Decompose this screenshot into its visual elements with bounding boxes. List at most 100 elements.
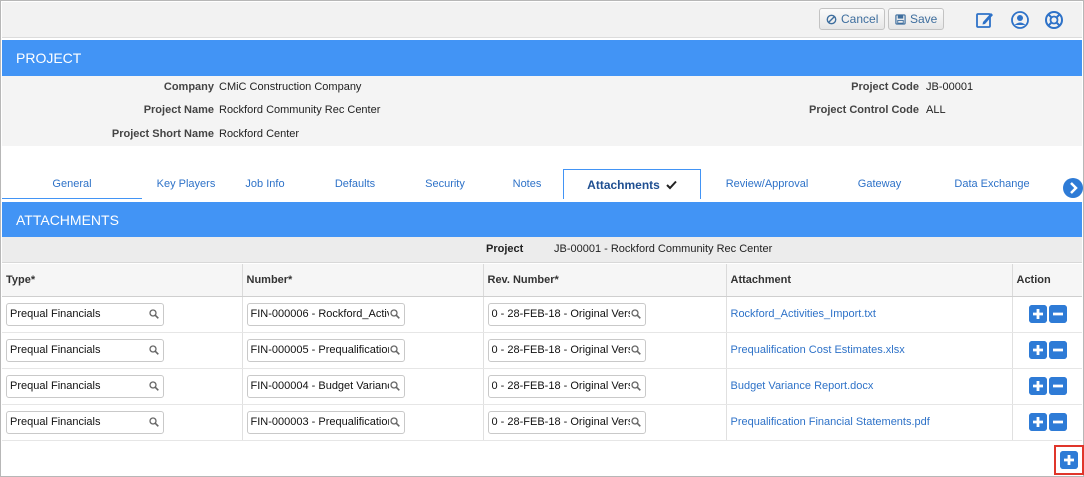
- add-row-icon[interactable]: [1028, 377, 1047, 395]
- toolbar: Cancel Save: [2, 2, 1082, 38]
- search-icon[interactable]: [630, 380, 641, 391]
- rev-number-field[interactable]: 0 - 28-FEB-18 - Original Version: [487, 302, 646, 326]
- rev-number-cell: 0 - 28-FEB-18 - Original Version: [483, 404, 727, 441]
- attachment-link[interactable]: Budget Variance Report.docx: [731, 380, 874, 392]
- company-value: CMiC Construction Company: [219, 81, 362, 93]
- add-row-icon[interactable]: [1028, 305, 1047, 323]
- number-cell: FIN-000005 - Prequalification Cost Estim…: [242, 332, 484, 369]
- search-icon[interactable]: [630, 308, 641, 319]
- number-field[interactable]: FIN-000004 - Budget Variance Report: [246, 374, 405, 398]
- tab-label: Attachments: [587, 177, 660, 192]
- attachment-cell: Prequalification Financial Statements.pd…: [726, 404, 1013, 441]
- table-row: Prequal Financials FIN-000006 - Rockford…: [2, 296, 1082, 333]
- rev-number-field-value: 0 - 28-FEB-18 - Original Version: [491, 416, 630, 428]
- attachments-project-row: Project JB-00001 - Rockford Community Re…: [2, 237, 1082, 263]
- attachment-cell: Budget Variance Report.docx: [726, 368, 1013, 405]
- attachments-table: Type* Number* Rev. Number* Attachment Ac…: [2, 264, 1082, 441]
- tab-security[interactable]: Security: [402, 169, 488, 199]
- type-cell: Prequal Financials: [2, 332, 243, 369]
- search-icon[interactable]: [630, 344, 641, 355]
- user-icon[interactable]: [1010, 10, 1030, 30]
- attachment-cell: Prequalification Cost Estimates.xlsx: [726, 332, 1013, 369]
- type-field-value: Prequal Financials: [10, 380, 101, 392]
- rev-number-field[interactable]: 0 - 28-FEB-18 - Original Version: [487, 374, 646, 398]
- add-row-icon[interactable]: [1028, 341, 1047, 359]
- cancel-label: Cancel: [841, 12, 879, 26]
- tab-review-approval[interactable]: Review/Approval: [702, 169, 832, 199]
- type-field[interactable]: Prequal Financials: [6, 338, 164, 362]
- search-icon[interactable]: [389, 344, 400, 355]
- remove-row-icon[interactable]: [1048, 413, 1067, 431]
- action-cell: [1012, 332, 1082, 369]
- add-attachment-icon[interactable]: [1060, 451, 1078, 469]
- tab-job-info[interactable]: Job Info: [220, 169, 310, 199]
- tab-defaults[interactable]: Defaults: [312, 169, 398, 199]
- type-field[interactable]: Prequal Financials: [6, 374, 164, 398]
- project-row-value: JB-00001 - Rockford Community Rec Center: [554, 243, 773, 255]
- table-row: Prequal Financials FIN-000003 - Prequali…: [2, 404, 1082, 441]
- rev-number-cell: 0 - 28-FEB-18 - Original Version: [483, 296, 727, 333]
- project-name-label: Project Name: [143, 104, 214, 116]
- tab-notes[interactable]: Notes: [492, 169, 562, 199]
- number-field[interactable]: FIN-000005 - Prequalification Cost Estim…: [246, 338, 405, 362]
- table-header-row: Type* Number* Rev. Number* Attachment Ac…: [2, 264, 1082, 297]
- rev-number-field-value: 0 - 28-FEB-18 - Original Version: [491, 308, 630, 320]
- remove-row-icon[interactable]: [1048, 305, 1067, 323]
- rev-number-cell: 0 - 28-FEB-18 - Original Version: [483, 332, 727, 369]
- tab-label: Job Info: [245, 178, 285, 190]
- search-icon[interactable]: [149, 380, 159, 391]
- number-cell: FIN-000006 - Rockford_Activities_Import: [242, 296, 484, 333]
- attachment-column-header[interactable]: Attachment: [726, 264, 1013, 297]
- search-icon[interactable]: [389, 416, 400, 427]
- number-field[interactable]: FIN-000003 - Prequalification Financial …: [246, 410, 405, 434]
- rev-number-field[interactable]: 0 - 28-FEB-18 - Original Version: [487, 338, 646, 362]
- action-column-header: Action: [1012, 264, 1082, 297]
- type-cell: Prequal Financials: [2, 368, 243, 405]
- cancel-button[interactable]: Cancel: [819, 8, 886, 30]
- rev-number-field-value: 0 - 28-FEB-18 - Original Version: [491, 380, 630, 392]
- project-name-value: Rockford Community Rec Center: [219, 104, 381, 116]
- remove-row-icon[interactable]: [1048, 377, 1067, 395]
- action-cell: [1012, 368, 1082, 405]
- search-icon[interactable]: [149, 416, 159, 427]
- tab-label: Security: [425, 178, 465, 190]
- number-field-value: FIN-000005 - Prequalification Cost Estim…: [250, 344, 389, 356]
- tab-gateway[interactable]: Gateway: [832, 169, 927, 199]
- tab-data-exchange[interactable]: Data Exchange: [927, 169, 1057, 199]
- number-field-value: FIN-000003 - Prequalification Financial …: [250, 416, 389, 428]
- project-section-title: PROJECT: [16, 50, 82, 66]
- search-icon[interactable]: [630, 416, 641, 427]
- type-column-header[interactable]: Type*: [2, 264, 243, 297]
- rev-number-field[interactable]: 0 - 28-FEB-18 - Original Version: [487, 410, 646, 434]
- number-field[interactable]: FIN-000006 - Rockford_Activities_Import: [246, 302, 405, 326]
- save-icon: [895, 13, 906, 25]
- number-column-header[interactable]: Number*: [242, 264, 484, 297]
- project-section-header: PROJECT: [2, 40, 1082, 76]
- project-row-label: Project: [486, 243, 524, 255]
- search-icon[interactable]: [389, 380, 400, 391]
- edit-icon[interactable]: [975, 10, 995, 30]
- help-icon[interactable]: [1044, 10, 1064, 30]
- remove-row-icon[interactable]: [1048, 341, 1067, 359]
- type-field[interactable]: Prequal Financials: [6, 410, 164, 434]
- number-field-value: FIN-000006 - Rockford_Activities_Import: [250, 308, 389, 320]
- attachment-link[interactable]: Rockford_Activities_Import.txt: [731, 308, 877, 320]
- rev-number-column-header[interactable]: Rev. Number*: [483, 264, 727, 297]
- search-icon[interactable]: [389, 308, 400, 319]
- attachment-link[interactable]: Prequalification Cost Estimates.xlsx: [731, 344, 905, 356]
- type-field[interactable]: Prequal Financials: [6, 302, 164, 326]
- type-cell: Prequal Financials: [2, 404, 243, 441]
- save-label: Save: [910, 12, 938, 26]
- cancel-icon: [826, 14, 837, 24]
- search-icon[interactable]: [149, 308, 159, 319]
- project-info-panel: Company CMiC Construction Company Projec…: [2, 76, 1082, 146]
- tab-attachments[interactable]: Attachments: [563, 169, 701, 199]
- attachment-link[interactable]: Prequalification Financial Statements.pd…: [731, 416, 930, 428]
- tab-next-icon[interactable]: [1063, 178, 1083, 198]
- add-row-icon[interactable]: [1028, 413, 1047, 431]
- search-icon[interactable]: [149, 344, 159, 355]
- save-button[interactable]: Save: [888, 8, 945, 30]
- rev-number-field-value: 0 - 28-FEB-18 - Original Version: [491, 344, 630, 356]
- tab-general[interactable]: General: [2, 169, 142, 199]
- rev-number-cell: 0 - 28-FEB-18 - Original Version: [483, 368, 727, 405]
